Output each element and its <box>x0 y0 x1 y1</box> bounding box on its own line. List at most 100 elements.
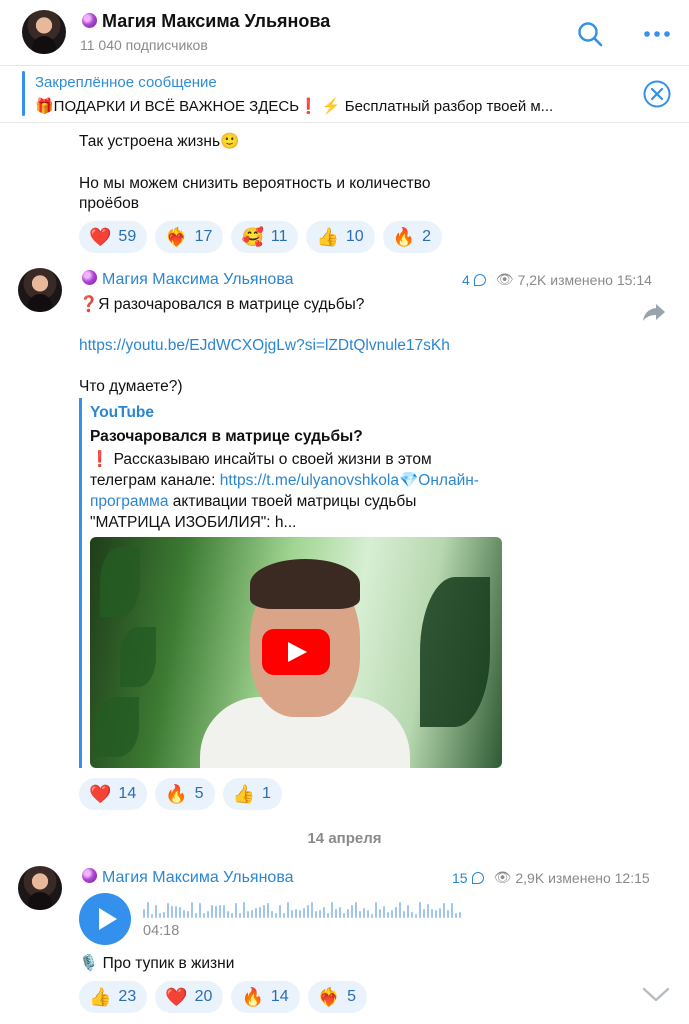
waveform-bar <box>227 910 229 918</box>
waveform-bar <box>307 904 309 918</box>
waveform-bar <box>379 908 381 918</box>
waveform-bar <box>207 911 209 918</box>
waveform-bar <box>363 907 365 918</box>
link-preview[interactable]: YouTube Разочаровался в матрице судьбы? … <box>79 398 505 768</box>
waveform-bar <box>343 913 345 918</box>
voice-waveform[interactable] <box>143 900 465 918</box>
post-author-avatar[interactable] <box>18 268 62 312</box>
post-author[interactable]: Магия Максима Ульянова <box>82 270 294 289</box>
waveform-bar <box>247 910 249 918</box>
waveform-bar <box>459 912 461 918</box>
waveform-bar <box>339 907 341 918</box>
waveform-bar <box>311 902 313 918</box>
waveform-bar <box>403 910 405 918</box>
reaction-heart[interactable]: ❤️ 20 <box>155 981 224 1013</box>
waveform-bar <box>395 906 397 918</box>
waveform-bar <box>243 902 245 918</box>
youtube-link[interactable]: https://youtu.be/EJdWCXOjgLw?si=lZDtQlvn… <box>79 335 450 356</box>
waveform-bar <box>279 905 281 918</box>
preview-description: ❗ Рассказываю инсайты о своей жизни в эт… <box>90 451 479 531</box>
waveform-bar <box>443 902 445 918</box>
waveform-bar <box>319 910 321 918</box>
reaction-thumbs-up[interactable]: 👍 23 <box>79 981 148 1013</box>
reaction-thumbs-up[interactable]: 👍 1 <box>222 778 282 810</box>
waveform-bar <box>171 906 173 918</box>
reaction-heart[interactable]: ❤️ 14 <box>79 778 148 810</box>
channel-avatar[interactable] <box>22 10 66 54</box>
waveform-bar <box>187 910 189 918</box>
waveform-bar <box>331 902 333 918</box>
waveform-bar <box>267 903 269 918</box>
edited-time: изменено 12:15 <box>548 869 650 886</box>
waveform-bar <box>255 907 257 918</box>
leaf-decoration <box>95 697 139 757</box>
channel-title[interactable]: Магия Максима Ульянова <box>82 11 330 32</box>
waveform-bar <box>235 903 237 918</box>
reaction-smiling-hearts[interactable]: 🥰 11 <box>231 221 299 253</box>
waveform-bar <box>215 906 217 918</box>
waveform-bar <box>387 911 389 918</box>
close-pinned-icon[interactable] <box>642 79 672 109</box>
youtube-play-button[interactable] <box>262 629 330 675</box>
waveform-bar <box>367 909 369 918</box>
voice-play-button[interactable] <box>79 893 131 945</box>
waveform-bar <box>163 911 165 918</box>
preview-source: YouTube <box>90 404 154 421</box>
pinned-message[interactable]: Закреплённое сообщение 🎁ПОДАРКИ И ВСЁ ВА… <box>0 66 689 123</box>
leaf-decoration <box>100 547 140 617</box>
waveform-bar <box>219 905 221 918</box>
waveform-bar <box>271 911 273 918</box>
pinned-text: 🎁ПОДАРКИ И ВСЁ ВАЖНОЕ ЗДЕСЬ❗️ ⚡️ Бесплат… <box>35 98 554 115</box>
comments-count[interactable]: 15 <box>452 870 468 886</box>
waveform-bar <box>199 902 201 918</box>
waveform-bar <box>275 913 277 918</box>
comment-bubble-icon[interactable] <box>471 871 484 884</box>
post0-reactions: ❤️ 59 ❤️‍🔥 17 🥰 11 👍 10 🔥 2 <box>79 221 443 253</box>
comments-count[interactable]: 4 <box>462 272 470 288</box>
waveform-bar <box>351 905 353 918</box>
post1-reactions: ❤️ 14 🔥 5 👍 1 <box>79 778 282 810</box>
views-eye-icon: 👁 <box>495 271 514 287</box>
waveform-bar <box>291 909 293 918</box>
pinned-title: Закреплённое сообщение <box>35 74 217 91</box>
date-separator: 14 апреля <box>307 830 382 847</box>
waveform-bar <box>359 911 361 918</box>
video-thumbnail[interactable] <box>90 537 502 768</box>
reaction-fire[interactable]: 🔥 5 <box>155 778 215 810</box>
waveform-bar <box>383 905 385 918</box>
views-eye-icon: 👁 <box>493 869 512 885</box>
waveform-bar <box>447 910 449 918</box>
share-forward-icon[interactable] <box>641 301 667 323</box>
comment-bubble-icon[interactable] <box>473 273 486 286</box>
waveform-bar <box>375 902 377 918</box>
pinned-indicator <box>22 71 25 116</box>
waveform-bar <box>147 902 149 918</box>
post-question: Что думаете?) <box>79 378 183 395</box>
waveform-bar <box>411 911 413 918</box>
reaction-heart-on-fire[interactable]: ❤️‍🔥 17 <box>155 221 224 253</box>
waveform-bar <box>355 902 357 918</box>
reaction-heart[interactable]: ❤️ 59 <box>79 221 148 253</box>
more-icon[interactable] <box>643 25 671 43</box>
waveform-bar <box>203 912 205 918</box>
waveform-bar <box>159 913 161 918</box>
search-icon[interactable] <box>577 21 603 47</box>
crystal-ball-icon <box>82 13 97 28</box>
waveform-bar <box>419 902 421 918</box>
reaction-fire[interactable]: 🔥 14 <box>231 981 300 1013</box>
waveform-bar <box>391 909 393 918</box>
post-author-avatar[interactable] <box>18 866 62 910</box>
reaction-fire[interactable]: 🔥 2 <box>382 221 443 253</box>
waveform-bar <box>287 902 289 918</box>
waveform-bar <box>191 902 193 918</box>
post-meta: 15 👁 2,9K изменено 12:15 <box>452 869 650 886</box>
waveform-bar <box>295 908 297 918</box>
reaction-thumbs-up[interactable]: 👍 10 <box>306 221 375 253</box>
waveform-bar <box>299 910 301 918</box>
chevron-down-icon[interactable] <box>638 980 674 1008</box>
post-author[interactable]: Магия Максима Ульянова <box>82 868 294 887</box>
waveform-bar <box>451 903 453 918</box>
preview-telegram-link[interactable]: https://t.me/ulyanovshkola <box>220 472 399 489</box>
reaction-heart-on-fire[interactable]: ❤️‍🔥 5 <box>307 981 367 1013</box>
waveform-bar <box>435 909 437 918</box>
